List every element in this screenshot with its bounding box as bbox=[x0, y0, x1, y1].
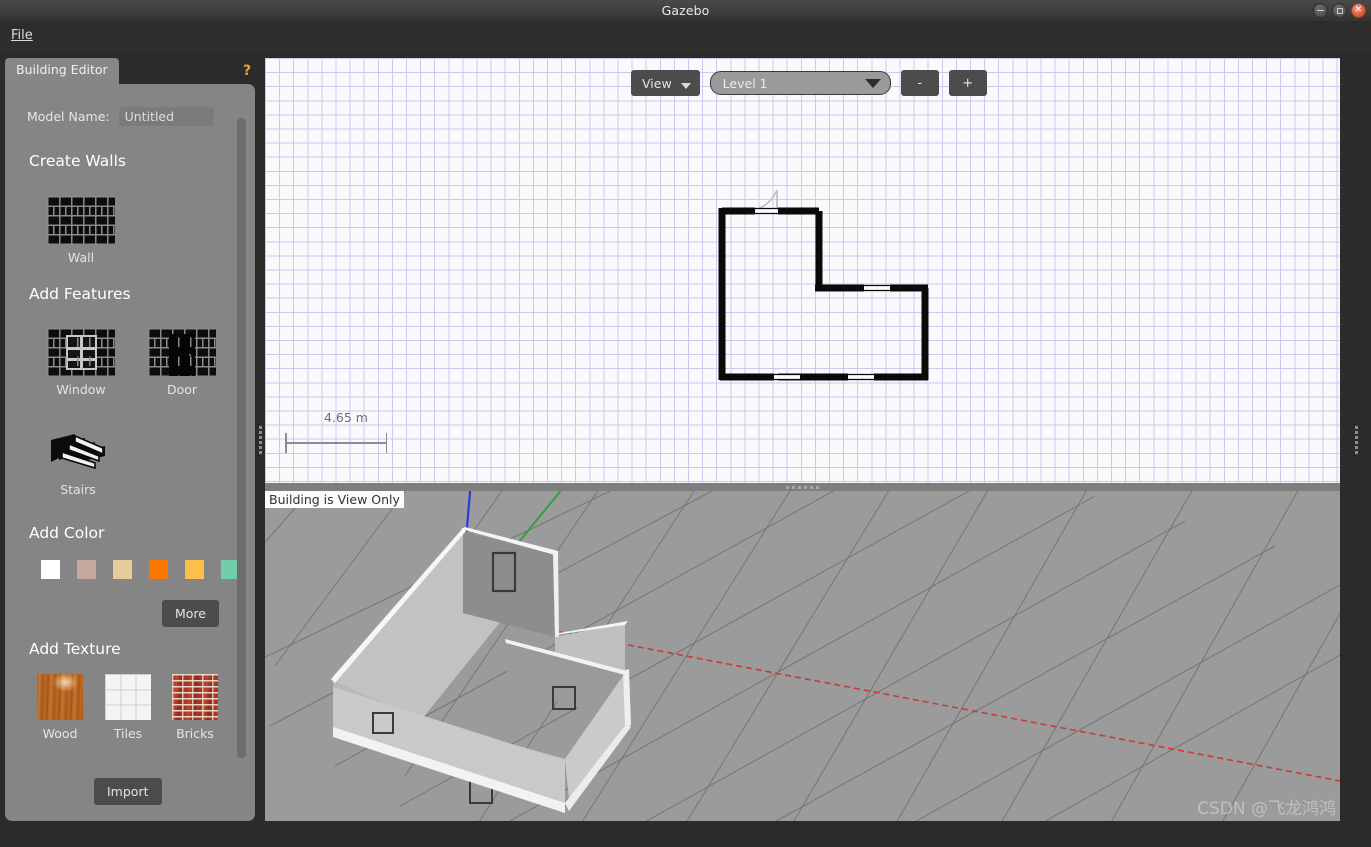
floorplan-drawing bbox=[718, 189, 929, 381]
window-frames bbox=[774, 284, 890, 381]
palette-label-wood: Wood bbox=[42, 726, 78, 741]
palette-label-tiles: Tiles bbox=[113, 726, 143, 741]
palette-item-window[interactable]: Window bbox=[47, 328, 115, 397]
door-swing-arc bbox=[754, 189, 778, 211]
color-swatch-wheat[interactable] bbox=[113, 560, 132, 579]
window-openings bbox=[774, 285, 890, 380]
door-opening bbox=[755, 207, 778, 215]
palette-item-door[interactable]: Door bbox=[148, 328, 216, 397]
import-button[interactable]: Import bbox=[94, 778, 162, 805]
color-swatch-amber[interactable] bbox=[185, 560, 204, 579]
render-3d-view[interactable]: Building is View Only CSDN @飞龙鸿鸿 bbox=[265, 491, 1340, 821]
door-icon bbox=[148, 328, 216, 376]
palette-label-window: Window bbox=[56, 382, 106, 397]
tab-building-editor-label: Building Editor bbox=[16, 62, 108, 77]
tab-strip: Building Editor bbox=[5, 58, 255, 84]
watermark-text: CSDN @飞龙鸿鸿 bbox=[1197, 799, 1336, 819]
model-name-input[interactable] bbox=[118, 107, 214, 126]
bricks-texture-icon bbox=[172, 674, 218, 720]
section-title-create-walls: Create Walls bbox=[29, 152, 126, 170]
section-title-add-color: Add Color bbox=[29, 524, 105, 542]
building-model-3d bbox=[331, 527, 631, 813]
window-titlebar: Gazebo ✕ bbox=[0, 0, 1371, 21]
panel-scrollbar-track[interactable] bbox=[237, 118, 246, 788]
close-icon[interactable]: ✕ bbox=[1351, 3, 1366, 18]
model-name-row: Model Name: bbox=[27, 107, 214, 126]
splitter-grip-icon bbox=[259, 425, 262, 454]
color-swatch-dusty-rose[interactable] bbox=[77, 560, 96, 579]
splitter-grip-icon bbox=[1355, 425, 1358, 454]
window-controls: ✕ bbox=[1313, 3, 1366, 18]
scale-bar-graphic bbox=[285, 431, 387, 455]
scene-3d-graphic bbox=[265, 491, 1340, 821]
panel-scrollbar-thumb[interactable] bbox=[237, 118, 246, 758]
splitter-grip-icon bbox=[786, 485, 819, 489]
section-title-add-features: Add Features bbox=[29, 285, 131, 303]
tiles-texture-icon bbox=[105, 674, 151, 720]
wood-texture-icon bbox=[37, 674, 83, 720]
palette-item-bricks[interactable]: Bricks bbox=[172, 674, 218, 741]
right-splitter[interactable] bbox=[1351, 58, 1362, 821]
floorplan-2d-canvas[interactable]: View Level 1 - + 4.65 m bbox=[265, 58, 1340, 483]
horizontal-splitter[interactable] bbox=[265, 483, 1340, 491]
status-badge: Building is View Only bbox=[265, 491, 404, 508]
wall-outline bbox=[718, 207, 929, 381]
more-colors-button[interactable]: More bbox=[162, 600, 219, 627]
palette-label-stairs: Stairs bbox=[60, 482, 96, 497]
palette-label-bricks: Bricks bbox=[176, 726, 214, 741]
maximize-icon[interactable] bbox=[1332, 3, 1347, 18]
menu-item-file[interactable]: File bbox=[8, 27, 36, 44]
menu-file-label: File bbox=[11, 28, 33, 43]
palette-item-stairs[interactable]: Stairs bbox=[49, 432, 107, 497]
section-title-add-texture: Add Texture bbox=[29, 640, 121, 658]
palette-label-wall: Wall bbox=[67, 250, 95, 265]
palette-item-tiles[interactable]: Tiles bbox=[105, 674, 151, 741]
window-title: Gazebo bbox=[661, 3, 710, 18]
scale-bar-label: 4.65 m bbox=[324, 410, 368, 425]
palette-item-wood[interactable]: Wood bbox=[37, 674, 83, 741]
building-editor-panel: Model Name: Create Walls Wall Add Featur… bbox=[5, 84, 255, 821]
palette-item-wall[interactable]: Wall bbox=[47, 196, 115, 265]
tab-building-editor[interactable]: Building Editor bbox=[5, 58, 119, 84]
color-swatch-orange[interactable] bbox=[149, 560, 168, 579]
window-icon bbox=[47, 328, 115, 376]
color-swatch-row bbox=[41, 560, 240, 579]
scale-bar: 4.65 m bbox=[285, 410, 396, 455]
brick-wall-icon bbox=[47, 196, 115, 244]
minimize-icon[interactable] bbox=[1313, 3, 1328, 18]
color-swatch-white[interactable] bbox=[41, 560, 60, 579]
palette-label-door: Door bbox=[166, 382, 198, 397]
model-name-label: Model Name: bbox=[27, 109, 110, 124]
stairs-icon bbox=[51, 434, 105, 470]
menu-bar: File bbox=[0, 21, 1371, 52]
